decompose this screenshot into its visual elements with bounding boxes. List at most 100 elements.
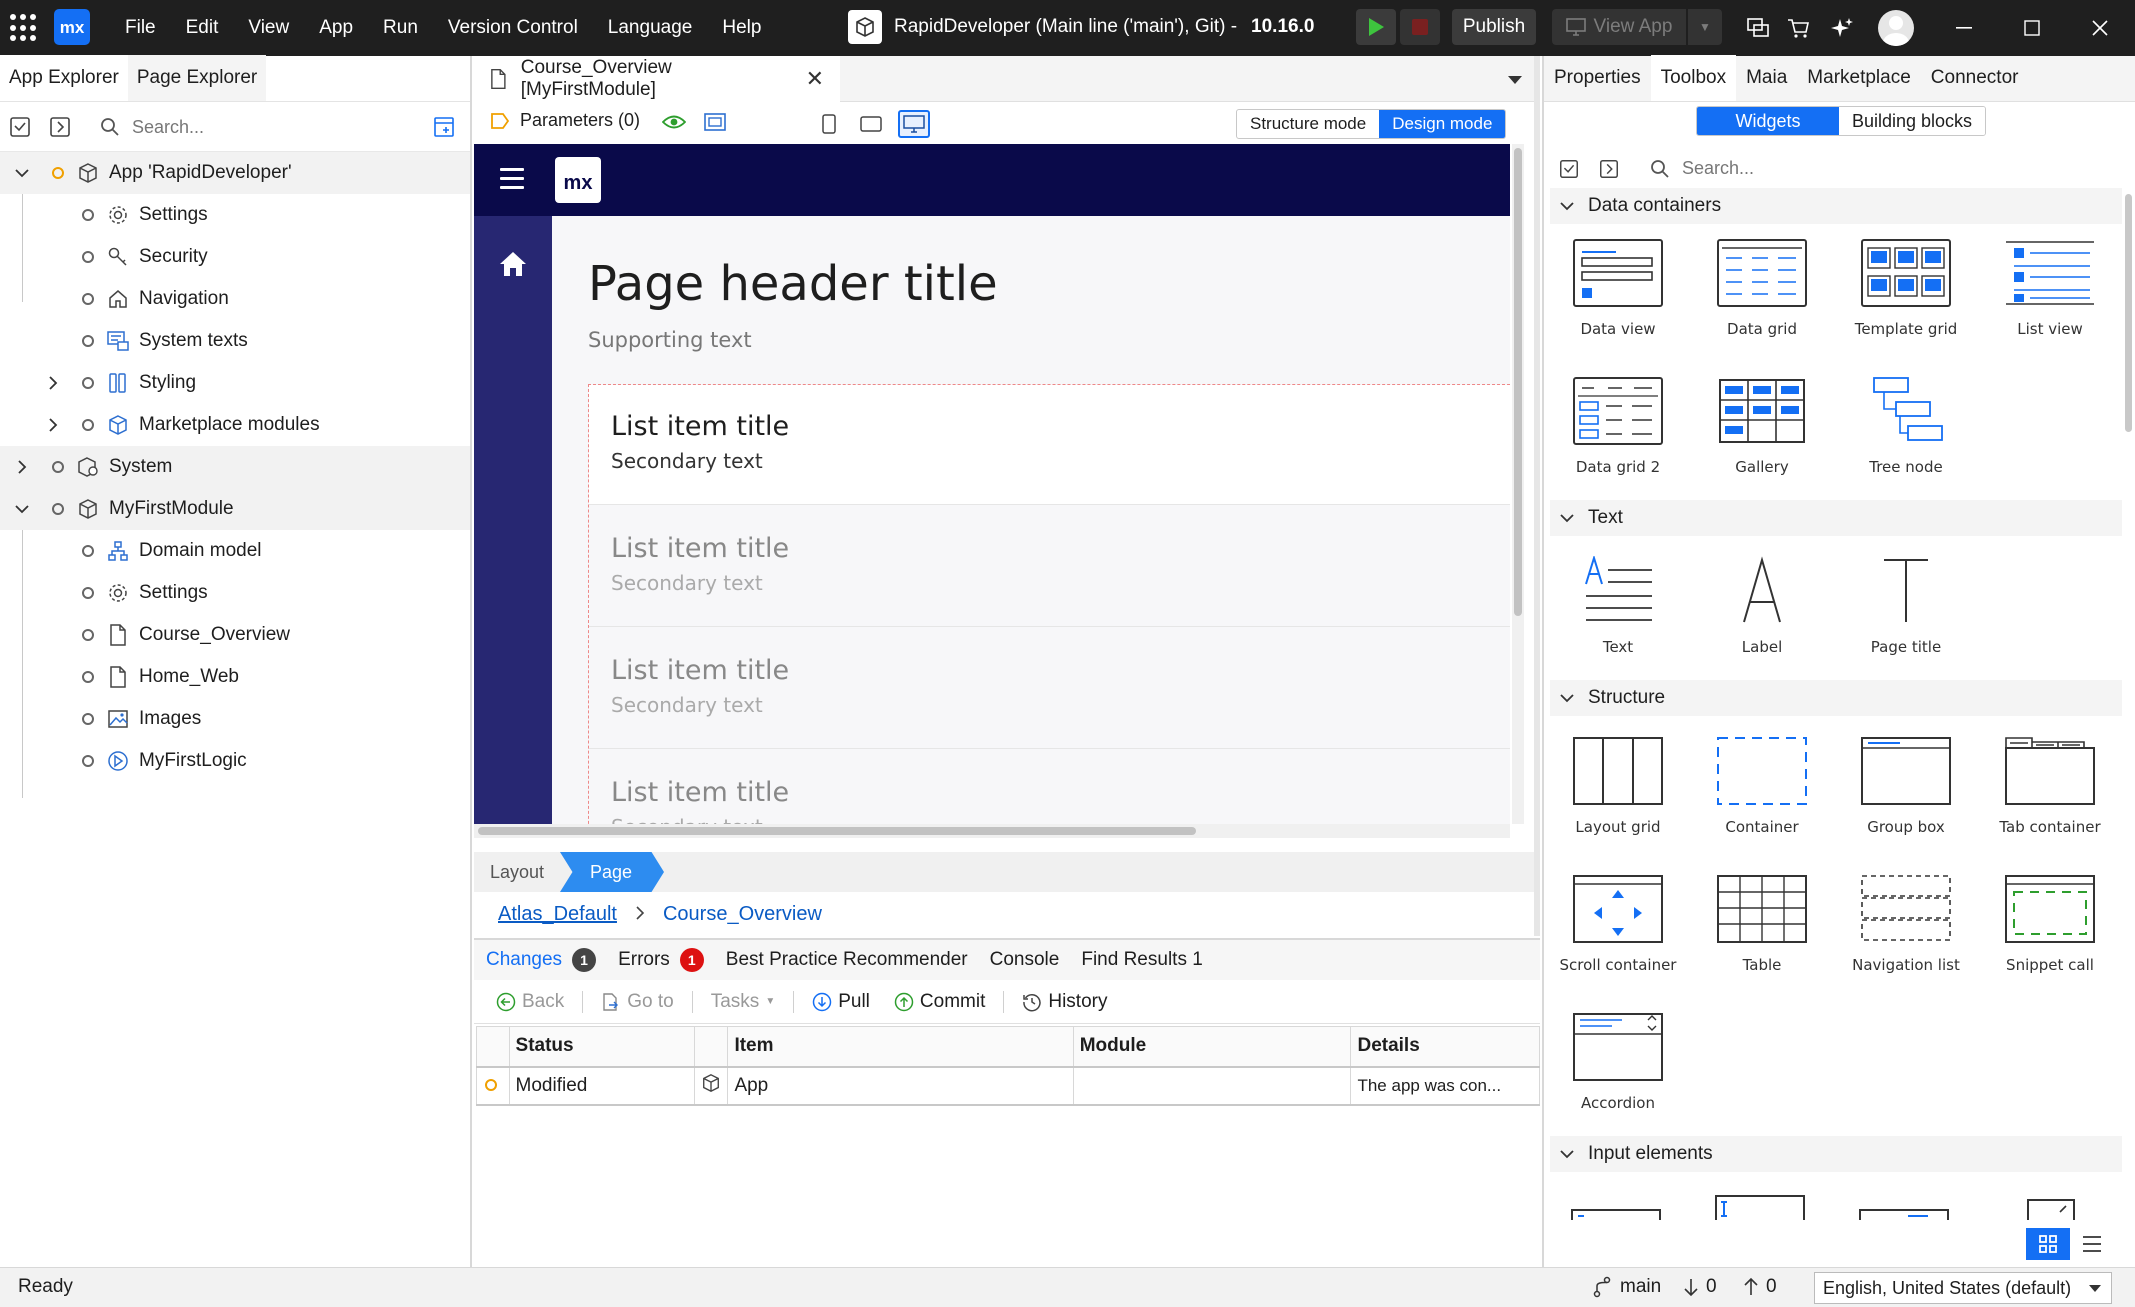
home-icon[interactable]: [498, 250, 528, 284]
parameters-button[interactable]: Parameters (0): [490, 110, 640, 131]
hamburger-menu-icon[interactable]: [500, 168, 524, 195]
tree-item-security[interactable]: Security: [0, 236, 470, 278]
toolbox-search-input[interactable]: Search...: [1682, 158, 1754, 179]
category-structure[interactable]: Structure: [1550, 680, 2122, 716]
list-item[interactable]: List item title Secondary text: [589, 751, 1510, 824]
tree-item-system[interactable]: System: [0, 446, 470, 488]
tab-properties[interactable]: Properties: [1544, 55, 1651, 101]
chevron-down-icon[interactable]: [13, 500, 31, 518]
widgets-toggle[interactable]: Widgets: [1697, 107, 1839, 135]
menu-help[interactable]: Help: [707, 17, 776, 39]
list-item[interactable]: List item title Secondary text: [589, 385, 1510, 505]
widget-snippet-call[interactable]: Snippet call: [1980, 874, 2120, 994]
tree-item-course-overview[interactable]: Course_Overview: [0, 614, 470, 656]
crumb-page[interactable]: Page: [560, 852, 664, 892]
table-row[interactable]: Modified App The app was con...: [476, 1065, 1540, 1106]
editor-scrollbar-track[interactable]: [1534, 56, 1540, 936]
tab-changes[interactable]: Changes 1: [486, 948, 597, 972]
column-header-module[interactable]: Module: [1072, 1026, 1352, 1067]
tree-item-navigation[interactable]: Navigation: [0, 278, 470, 320]
list-view-toggle-icon[interactable]: [2070, 1228, 2114, 1260]
publish-button[interactable]: Publish: [1452, 9, 1536, 45]
goto-button[interactable]: Go to: [591, 991, 683, 1013]
toolbox-scrollbar[interactable]: [2124, 188, 2134, 1228]
incoming-changes[interactable]: 0: [1684, 1276, 1717, 1298]
widget-list-view[interactable]: List view: [1980, 238, 2120, 358]
canvas-horizontal-scrollbar[interactable]: [474, 824, 1510, 838]
widget-data-grid[interactable]: Data grid: [1692, 238, 1832, 358]
widget-gallery[interactable]: Gallery: [1692, 376, 1832, 496]
tree-item-myfirstmodule[interactable]: MyFirstModule: [0, 488, 470, 530]
tree-item-module-settings[interactable]: Settings: [0, 572, 470, 614]
outgoing-changes[interactable]: 0: [1744, 1276, 1777, 1298]
widget-layout-grid[interactable]: Layout grid: [1548, 736, 1688, 856]
widget-scroll-container[interactable]: Scroll container: [1548, 874, 1688, 994]
column-header-icon[interactable]: [693, 1026, 729, 1067]
view-app-button[interactable]: View App: [1552, 9, 1686, 45]
show-styles-icon[interactable]: [704, 113, 726, 137]
tree-item-system-texts[interactable]: System texts: [0, 320, 470, 362]
tab-find-results[interactable]: Find Results 1: [1081, 949, 1202, 971]
breadcrumb-page-link[interactable]: Course_Overview: [663, 903, 822, 926]
tab-console[interactable]: Console: [990, 949, 1060, 971]
widget-text[interactable]: Text: [1548, 556, 1688, 676]
menu-run[interactable]: Run: [368, 17, 433, 39]
design-mode-button[interactable]: Design mode: [1379, 110, 1506, 138]
marketplace-cart-icon[interactable]: [1784, 14, 1812, 42]
menu-language[interactable]: Language: [593, 17, 708, 39]
chevron-right-icon[interactable]: [44, 416, 62, 434]
tree-item-settings[interactable]: Settings: [0, 194, 470, 236]
chevron-right-icon[interactable]: [44, 374, 62, 392]
menu-edit[interactable]: Edit: [171, 17, 234, 39]
list-item[interactable]: List item title Secondary text: [589, 629, 1510, 749]
tree-item-styling[interactable]: Styling: [0, 362, 470, 404]
tab-maia[interactable]: Maia: [1736, 55, 1797, 101]
collapse-all-icon[interactable]: [8, 115, 32, 139]
crumb-layout[interactable]: Layout: [490, 852, 544, 892]
list-view-widget[interactable]: List item title Secondary text List item…: [588, 384, 1510, 824]
column-header-details[interactable]: Details: [1350, 1026, 1540, 1067]
desktop-device-icon[interactable]: [898, 110, 930, 138]
grid-view-icon[interactable]: [2026, 1228, 2070, 1260]
category-data-containers[interactable]: Data containers: [1550, 188, 2122, 224]
phone-device-icon[interactable]: [816, 112, 842, 136]
maia-sparkle-icon[interactable]: [1828, 14, 1856, 42]
commit-button[interactable]: Commit: [884, 991, 995, 1013]
tabs-overflow-icon[interactable]: [1508, 76, 1522, 84]
widget-navigation-list[interactable]: Navigation list: [1836, 874, 1976, 994]
pull-button[interactable]: Pull: [802, 991, 880, 1013]
tab-toolbox[interactable]: Toolbox: [1650, 55, 1737, 101]
tree-item-home-web[interactable]: Home_Web: [0, 656, 470, 698]
stop-button[interactable]: [1400, 9, 1440, 45]
breadcrumb-layout-link[interactable]: Atlas_Default: [498, 903, 617, 926]
category-text[interactable]: Text: [1550, 500, 2122, 536]
tree-item-marketplace-modules[interactable]: Marketplace modules: [0, 404, 470, 446]
add-document-icon[interactable]: [432, 115, 456, 139]
tree-item-domain-model[interactable]: Domain model: [0, 530, 470, 572]
user-avatar[interactable]: [1878, 10, 1914, 46]
building-blocks-toggle[interactable]: Building blocks: [1839, 107, 1985, 135]
check-box-icon[interactable]: [2026, 1198, 2076, 1220]
widget-label-widget[interactable]: Label: [1692, 556, 1832, 676]
widget-tab-container[interactable]: Tab container: [1980, 736, 2120, 856]
menu-view[interactable]: View: [233, 17, 304, 39]
collapse-all-icon[interactable]: [1558, 158, 1580, 186]
language-select[interactable]: English, United States (default): [1814, 1272, 2112, 1304]
menu-version-control[interactable]: Version Control: [433, 17, 593, 39]
explorer-search[interactable]: Search...: [100, 112, 400, 142]
menu-file[interactable]: File: [110, 17, 171, 39]
toolbox-search[interactable]: Search...: [1650, 158, 1754, 179]
column-header-item[interactable]: Item: [727, 1026, 1074, 1067]
tasks-dropdown[interactable]: Tasks ▼: [701, 991, 785, 1013]
expand-all-icon[interactable]: [48, 115, 72, 139]
tab-best-practice-recommender[interactable]: Best Practice Recommender: [726, 949, 968, 971]
canvas-vertical-scrollbar[interactable]: [1512, 144, 1524, 824]
text-box-icon[interactable]: [1570, 1208, 1662, 1220]
widget-accordion[interactable]: Accordion: [1548, 1012, 1688, 1132]
supporting-text[interactable]: Supporting text: [588, 328, 752, 352]
category-input-elements[interactable]: Input elements: [1550, 1136, 2122, 1172]
app-launcher-icon[interactable]: [10, 14, 38, 42]
back-button[interactable]: Back: [486, 991, 574, 1013]
widget-template-grid[interactable]: Template grid: [1836, 238, 1976, 358]
widget-table[interactable]: Table: [1692, 874, 1832, 994]
